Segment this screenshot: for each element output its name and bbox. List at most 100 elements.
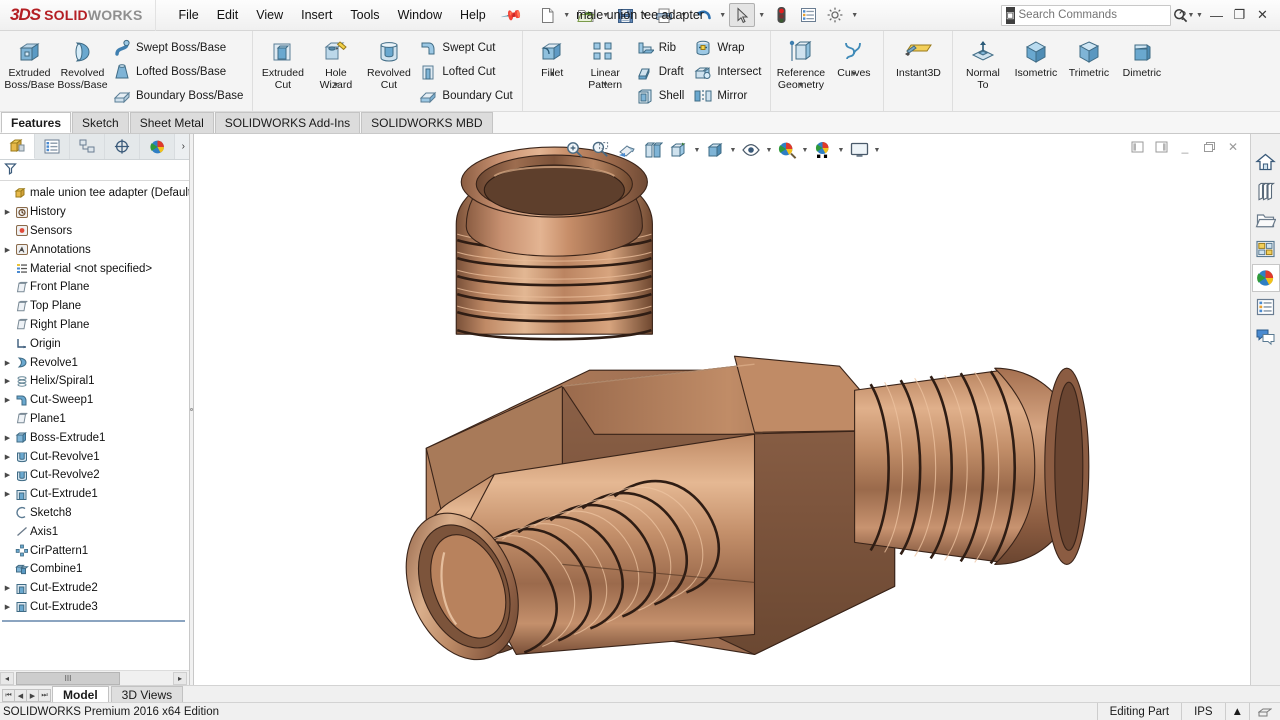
instant3d-button[interactable]: Instant3D	[887, 34, 949, 80]
history-expand-arrow[interactable]: ▶	[2, 208, 13, 216]
print-caret[interactable]: ▼	[678, 12, 689, 19]
hide-show-caret[interactable]: ▼	[764, 147, 774, 154]
save-button[interactable]	[612, 3, 638, 27]
hole-wizard-button[interactable]: Hole Wizard ▼	[309, 34, 362, 91]
previous-view-button[interactable]	[614, 138, 640, 162]
apply-scene-button[interactable]	[810, 138, 836, 162]
cut-sweep1-expand-arrow[interactable]: ▶	[2, 396, 13, 404]
menu-item-file[interactable]: File	[170, 5, 208, 25]
extruded-cut-button[interactable]: Extruded Cut	[256, 34, 309, 91]
shell-button[interactable]: Shell	[632, 84, 691, 108]
tree-item-sensors[interactable]: Sensors	[0, 222, 189, 241]
tree-item-origin[interactable]: Origin	[0, 334, 189, 353]
wrap-button[interactable]: Wrap	[690, 36, 767, 60]
cut-extrude3-expand-arrow[interactable]: ▶	[2, 603, 13, 611]
tree-item-material[interactable]: Material <not specified>	[0, 259, 189, 278]
tree-item-cut-extrude2[interactable]: ▶ Cut-Extrude2	[0, 579, 189, 598]
tab-features[interactable]: Features	[1, 112, 72, 133]
task-pane-file-explorer[interactable]	[1252, 206, 1280, 234]
reference-geometry-dropdown[interactable]: ▼	[797, 82, 804, 89]
tree-item-cut-sweep1[interactable]: ▶ Cut-Sweep1	[0, 391, 189, 410]
tree-item-front-plane[interactable]: Front Plane	[0, 278, 189, 297]
helix1-expand-arrow[interactable]: ▶	[2, 377, 13, 385]
save-caret[interactable]: ▼	[639, 12, 650, 19]
male-union-tee-adapter-3d-model[interactable]	[194, 134, 1250, 685]
view-settings-caret[interactable]: ▼	[872, 147, 882, 154]
task-pane-forum[interactable]	[1252, 322, 1280, 350]
tree-item-cut-extrude3[interactable]: ▶ Cut-Extrude3	[0, 598, 189, 617]
extruded-boss-base-button[interactable]: Extruded Boss/Base	[3, 34, 56, 91]
linear-pattern-button[interactable]: Linear Pattern ▼	[579, 34, 632, 91]
menu-item-edit[interactable]: Edit	[208, 5, 248, 25]
swept-cut-button[interactable]: Swept Cut	[415, 36, 518, 60]
revolved-cut-button[interactable]: Revolved Cut	[362, 34, 415, 91]
menu-item-tools[interactable]: Tools	[341, 5, 388, 25]
cut-revolve2-expand-arrow[interactable]: ▶	[2, 471, 13, 479]
hide-show-items-button[interactable]	[738, 138, 764, 162]
tree-item-top-plane[interactable]: Top Plane	[0, 297, 189, 316]
tree-item-cut-extrude1[interactable]: ▶ Cut-Extrude1	[0, 485, 189, 504]
mirror-button[interactable]: Mirror	[690, 84, 767, 108]
restore-icon[interactable]	[1198, 137, 1220, 157]
fillet-button[interactable]: Fillet ▼	[526, 34, 579, 80]
curves-dropdown[interactable]: ▼	[850, 71, 857, 78]
feature-manager-more-tabs[interactable]: ›	[175, 134, 189, 159]
task-pane-home[interactable]	[1252, 148, 1280, 176]
menu-item-view[interactable]: View	[247, 5, 292, 25]
intersect-button[interactable]: Intersect	[690, 60, 767, 84]
minimize-icon[interactable]: _	[1174, 137, 1196, 157]
tab-sketch[interactable]: Sketch	[72, 112, 129, 133]
cut-extrude1-expand-arrow[interactable]: ▶	[2, 490, 13, 498]
tree-item-sketch8[interactable]: Sketch8	[0, 504, 189, 523]
panel-left-icon[interactable]	[1126, 137, 1148, 157]
hscroll-thumb[interactable]: III	[16, 671, 120, 685]
menu-item-help[interactable]: Help	[451, 5, 495, 25]
help-caret[interactable]: ▼	[1194, 12, 1205, 19]
revolve1-expand-arrow[interactable]: ▶	[2, 359, 13, 367]
feature-tree-hscrollbar[interactable]: ◂ III ▸	[0, 670, 189, 685]
hscroll-right-arrow[interactable]: ▸	[173, 671, 187, 685]
rebuild-button[interactable]	[768, 3, 794, 27]
display-style-caret[interactable]: ▼	[728, 147, 738, 154]
task-pane-design-library[interactable]	[1252, 177, 1280, 205]
normal-to-button[interactable]: Normal To	[956, 34, 1009, 91]
zoom-to-area-button[interactable]	[588, 138, 614, 162]
new-document-caret[interactable]: ▼	[561, 12, 572, 19]
gear-icon[interactable]	[822, 3, 848, 27]
dimxpert-manager-tab[interactable]	[105, 134, 140, 159]
tree-item-axis1[interactable]: Axis1	[0, 522, 189, 541]
tree-item-annotations[interactable]: ▶ Annotations	[0, 240, 189, 259]
close-icon[interactable]: ✕	[1222, 137, 1244, 157]
tree-item-cirpattern1[interactable]: CirPattern1	[0, 541, 189, 560]
swept-boss-base-button[interactable]: Swept Boss/Base	[109, 36, 249, 60]
menu-item-insert[interactable]: Insert	[292, 5, 341, 25]
settings-caret[interactable]: ▼	[849, 12, 860, 19]
tree-item-helix-spiral1[interactable]: ▶ Helix/Spiral1	[0, 372, 189, 391]
tab-solidworks-mbd[interactable]: SOLIDWORKS MBD	[361, 112, 493, 133]
print-button[interactable]	[651, 3, 677, 27]
view-orientation-caret[interactable]: ▼	[692, 147, 702, 154]
edit-appearance-button[interactable]	[774, 138, 800, 162]
restore-button[interactable]: ❐	[1228, 4, 1251, 26]
revolved-boss-base-button[interactable]: Revolved Boss/Base	[56, 34, 109, 91]
linear-pattern-dropdown[interactable]: ▼	[602, 82, 609, 89]
feature-tree-root[interactable]: male union tee adapter (Default<	[0, 184, 189, 203]
display-style-button[interactable]	[702, 138, 728, 162]
tree-item-revolve1[interactable]: ▶ Revolve1	[0, 353, 189, 372]
boundary-cut-button[interactable]: Boundary Cut	[415, 84, 518, 108]
status-units-caret[interactable]: ▲	[1224, 702, 1249, 720]
trimetric-button[interactable]: Trimetric	[1062, 34, 1115, 80]
tree-item-cut-revolve1[interactable]: ▶ Cut-Revolve1	[0, 447, 189, 466]
boss-extrude1-expand-arrow[interactable]: ▶	[2, 434, 13, 442]
hscroll-left-arrow[interactable]: ◂	[0, 671, 14, 685]
hole-wizard-dropdown[interactable]: ▼	[332, 82, 339, 89]
configuration-manager-tab[interactable]	[70, 134, 105, 159]
edit-appearance-caret[interactable]: ▼	[800, 147, 810, 154]
cut-revolve1-expand-arrow[interactable]: ▶	[2, 453, 13, 461]
tab-sheet-metal[interactable]: Sheet Metal	[129, 112, 214, 133]
document-tab-model[interactable]: Model	[52, 686, 109, 702]
zoom-to-fit-button[interactable]	[562, 138, 588, 162]
tree-item-boss-extrude1[interactable]: ▶ Boss-Extrude1	[0, 428, 189, 447]
display-manager-tab[interactable]	[140, 134, 175, 159]
panel-right-icon[interactable]	[1150, 137, 1172, 157]
